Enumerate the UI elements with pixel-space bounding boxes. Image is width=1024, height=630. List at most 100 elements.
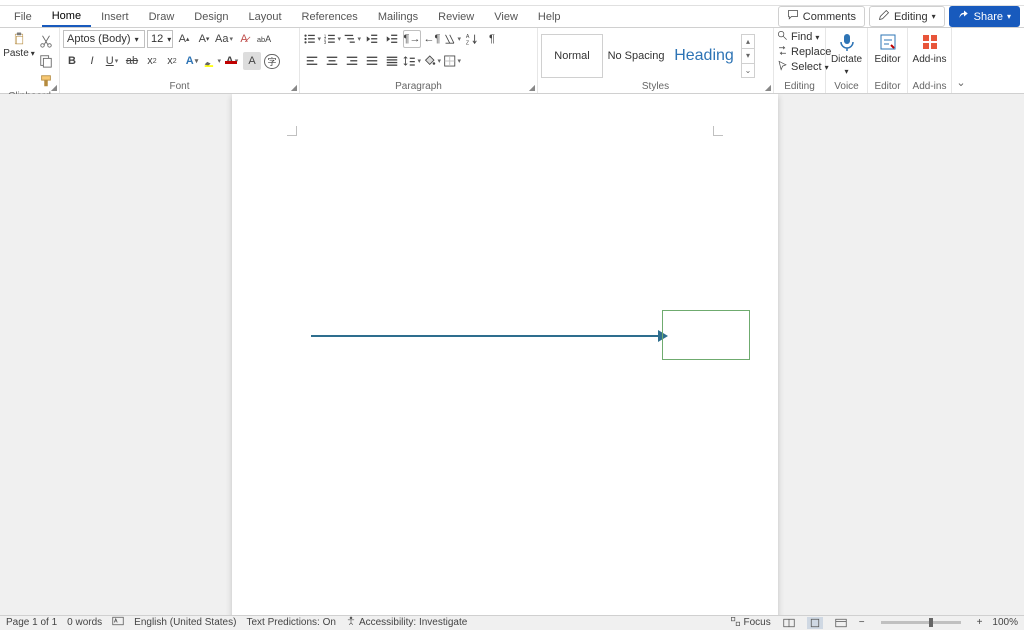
find-button[interactable]: Find▾ — [777, 30, 831, 44]
paste-button[interactable] — [10, 30, 28, 48]
tab-layout[interactable]: Layout — [239, 8, 292, 26]
comments-button[interactable]: Comments — [778, 6, 865, 27]
group-addins: Add-ins Add-ins — [908, 28, 952, 93]
zoom-out-button[interactable]: − — [859, 617, 865, 628]
editor-button[interactable]: Editor — [871, 30, 904, 65]
text-effects-button[interactable]: A▾ — [183, 52, 201, 70]
styles-gallery-scroll[interactable]: ▴ ▾ ⌄ — [741, 34, 755, 78]
align-right-button[interactable] — [343, 52, 361, 70]
shading-button[interactable]: ▾ — [423, 52, 441, 70]
status-page[interactable]: Page 1 of 1 — [6, 617, 57, 628]
ltr-direction-button[interactable]: ¶→ — [403, 30, 421, 48]
cut-button[interactable] — [37, 32, 55, 50]
read-mode-view-button[interactable] — [781, 617, 797, 629]
align-left-button[interactable] — [303, 52, 321, 70]
font-size-combo[interactable]: 12▾ — [147, 30, 173, 48]
replace-button[interactable]: Replace — [777, 45, 831, 59]
ribbon-collapse-button[interactable]: ⌄ — [952, 28, 970, 93]
group-clipboard: Paste▾ Clipboard ◢ — [0, 28, 60, 93]
rtl-direction-button[interactable]: ←¶ — [423, 30, 441, 48]
editing-mode-button[interactable]: Editing ▾ — [869, 6, 945, 27]
italic-button[interactable]: I — [83, 52, 101, 70]
tab-references[interactable]: References — [292, 8, 368, 26]
character-shading-button[interactable]: A — [243, 52, 261, 70]
document-area[interactable] — [0, 94, 1024, 615]
svg-text:3: 3 — [324, 40, 327, 45]
style-heading1[interactable]: Heading — [669, 34, 739, 78]
bullets-button[interactable]: ▾ — [303, 30, 321, 48]
status-spellcheck[interactable] — [112, 616, 124, 629]
align-center-button[interactable] — [323, 52, 341, 70]
scroll-down-icon[interactable]: ▾ — [742, 49, 754, 63]
share-button[interactable]: Share ▾ — [949, 6, 1020, 27]
tab-help[interactable]: Help — [528, 8, 571, 26]
increase-indent-button[interactable] — [383, 30, 401, 48]
clear-formatting-button[interactable]: A̷ — [235, 30, 253, 48]
group-editing: Find▾ Replace Select▾ Editing — [774, 28, 826, 93]
status-accessibility[interactable]: Accessibility: Investigate — [346, 616, 467, 629]
grow-font-button[interactable]: A▴ — [175, 30, 193, 48]
tab-file[interactable]: File — [4, 8, 42, 26]
zoom-level[interactable]: 100% — [992, 617, 1018, 628]
arrow-shape[interactable] — [311, 335, 663, 337]
style-normal[interactable]: Normal — [541, 34, 603, 78]
distributed-button[interactable] — [383, 52, 401, 70]
decrease-indent-button[interactable] — [363, 30, 381, 48]
asian-layout-button[interactable]: ▾ — [443, 30, 461, 48]
group-label-styles: Styles — [541, 80, 770, 93]
tab-review[interactable]: Review — [428, 8, 484, 26]
subscript-button[interactable]: x2 — [143, 52, 161, 70]
justify-button[interactable] — [363, 52, 381, 70]
tab-home[interactable]: Home — [42, 7, 91, 27]
change-case-button[interactable]: Aa▾ — [215, 30, 233, 48]
comments-label: Comments — [803, 11, 856, 23]
shrink-font-button[interactable]: A▾ — [195, 30, 213, 48]
dialog-launcher-icon[interactable]: ◢ — [529, 83, 535, 92]
underline-button[interactable]: U▾ — [103, 52, 121, 70]
copy-button[interactable] — [37, 52, 55, 70]
zoom-thumb[interactable] — [929, 618, 933, 627]
select-button[interactable]: Select▾ — [777, 60, 831, 74]
paste-label[interactable]: Paste▾ — [3, 48, 35, 59]
expand-gallery-icon[interactable]: ⌄ — [742, 64, 754, 77]
bold-button[interactable]: B — [63, 52, 81, 70]
rectangle-shape[interactable] — [662, 310, 750, 360]
status-language[interactable]: English (United States) — [134, 617, 236, 628]
scroll-up-icon[interactable]: ▴ — [742, 35, 754, 49]
multilevel-list-button[interactable]: ▾ — [343, 30, 361, 48]
zoom-in-button[interactable]: + — [977, 617, 983, 628]
numbering-button[interactable]: 123▾ — [323, 30, 341, 48]
style-no-spacing[interactable]: No Spacing — [605, 34, 667, 78]
web-layout-view-button[interactable] — [833, 617, 849, 629]
addins-button[interactable]: Add-ins — [912, 30, 948, 65]
show-marks-button[interactable]: ¶ — [483, 30, 501, 48]
superscript-button[interactable]: x2 — [163, 52, 181, 70]
highlight-button[interactable]: ▾ — [203, 52, 221, 70]
sort-button[interactable]: AZ — [463, 30, 481, 48]
focus-mode-button[interactable]: Focus — [730, 616, 771, 630]
dialog-launcher-icon[interactable]: ◢ — [51, 83, 57, 92]
enclose-characters-button[interactable]: 字 — [263, 52, 281, 70]
strikethrough-button[interactable]: ab — [123, 52, 141, 70]
print-layout-view-button[interactable] — [807, 617, 823, 629]
dialog-launcher-icon[interactable]: ◢ — [765, 83, 771, 92]
document-page[interactable] — [232, 94, 778, 615]
dialog-launcher-icon[interactable]: ◢ — [291, 83, 297, 92]
font-name-combo[interactable]: Aptos (Body)▾ — [63, 30, 145, 48]
chevron-down-icon: ▾ — [844, 67, 848, 76]
ribbon-tabs: File Home Insert Draw Design Layout Refe… — [0, 6, 1024, 28]
font-color-button[interactable]: A▾ — [223, 52, 241, 70]
phonetic-guide-button[interactable]: abA — [255, 30, 273, 48]
tab-insert[interactable]: Insert — [91, 8, 139, 26]
zoom-slider[interactable] — [881, 621, 961, 624]
status-predictions[interactable]: Text Predictions: On — [246, 617, 335, 628]
line-spacing-button[interactable]: ▾ — [403, 52, 421, 70]
tab-mailings[interactable]: Mailings — [368, 8, 428, 26]
tab-draw[interactable]: Draw — [139, 8, 185, 26]
status-words[interactable]: 0 words — [67, 617, 102, 628]
tab-design[interactable]: Design — [184, 8, 238, 26]
tab-view[interactable]: View — [484, 8, 528, 26]
group-label-addins: Add-ins — [911, 80, 948, 93]
dictate-button[interactable]: Dictate ▾ — [829, 30, 864, 76]
borders-button[interactable]: ▾ — [443, 52, 461, 70]
